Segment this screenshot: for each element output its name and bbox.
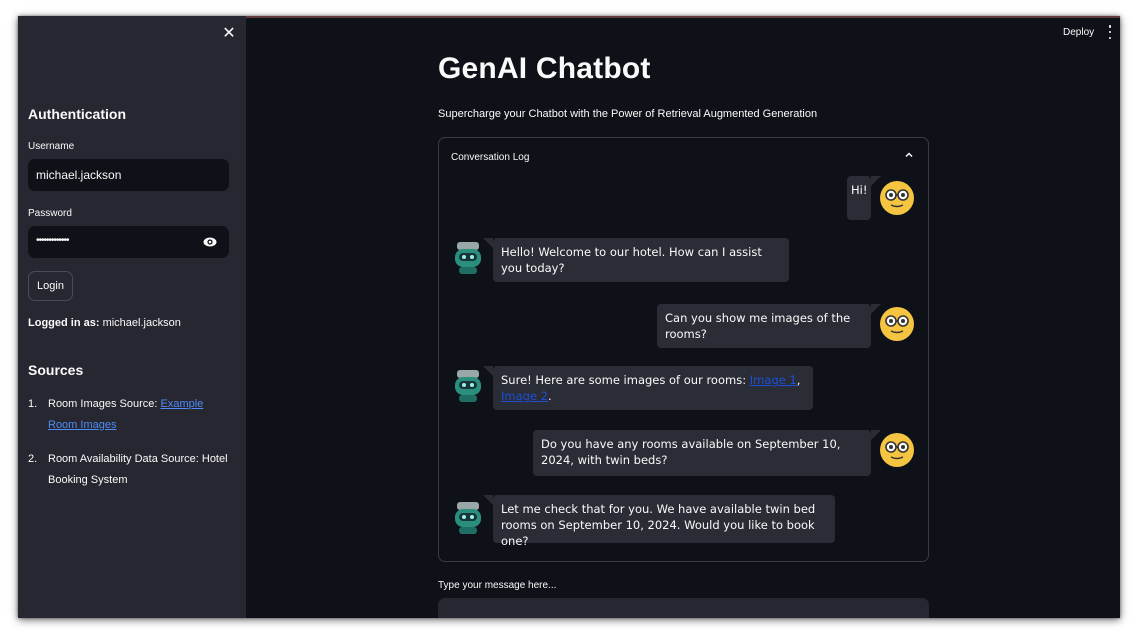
bot-avatar-icon	[455, 370, 481, 402]
kebab-menu-icon[interactable]	[1107, 25, 1113, 39]
page-title: GenAI Chatbot	[438, 52, 651, 85]
user-avatar-icon	[880, 433, 914, 467]
password-field[interactable]: •••••••••••••	[28, 226, 229, 258]
source-label: Room Availability Data Source: Hotel Boo…	[48, 453, 228, 486]
eye-icon[interactable]	[203, 236, 217, 248]
image-1-link[interactable]: Image 1	[750, 373, 797, 387]
user-avatar-icon	[880, 181, 914, 215]
image-2-link[interactable]: Image 2	[501, 389, 548, 403]
sidebar: ✕ Authentication Username michael.jackso…	[18, 16, 246, 618]
logged-in-status: Logged in as: michael.jackson	[28, 317, 181, 329]
bot-message: Hello! Welcome to our hotel. How can I a…	[483, 238, 789, 282]
app-window: ✕ Authentication Username michael.jackso…	[18, 16, 1120, 618]
login-button[interactable]: Login	[28, 271, 73, 301]
list-item: 1. Room Images Source: Example Room Imag…	[28, 394, 233, 436]
bot-message: Let me check that for you. We have avail…	[483, 495, 835, 548]
user-message: Can you show me images of the rooms?	[657, 304, 881, 348]
list-number: 2.	[28, 453, 38, 465]
logged-in-prefix: Logged in as:	[28, 317, 100, 329]
password-label: Password	[28, 208, 72, 219]
username-label: Username	[28, 141, 75, 152]
user-avatar-icon	[880, 307, 914, 341]
bot-avatar-icon	[455, 502, 481, 534]
sources-heading: Sources	[28, 362, 84, 378]
chevron-up-icon[interactable]	[904, 150, 914, 160]
source-text: Room Images Source: Example Room Images	[48, 394, 233, 436]
password-value: •••••••••••••	[36, 235, 70, 246]
list-number: 1.	[28, 398, 38, 410]
user-message: Hi!	[847, 176, 881, 220]
message-input[interactable]	[438, 598, 929, 618]
bot-avatar-icon	[455, 242, 481, 274]
deploy-button[interactable]: Deploy	[1063, 27, 1094, 38]
page-subtitle: Supercharge your Chatbot with the Power …	[438, 108, 818, 120]
source-label: Room Images Source:	[48, 398, 161, 410]
bot-message-text: Sure! Here are some images of our rooms:	[501, 373, 750, 387]
sources-list: 1. Room Images Source: Example Room Imag…	[28, 394, 233, 504]
conversation-log-title[interactable]: Conversation Log	[451, 152, 529, 163]
message-end: .	[548, 389, 552, 403]
user-message: Do you have any rooms available on Septe…	[533, 430, 881, 476]
link-separator: ,	[796, 373, 801, 387]
logged-in-user: michael.jackson	[102, 317, 181, 329]
list-item: 2. Room Availability Data Source: Hotel …	[28, 449, 233, 491]
auth-heading: Authentication	[28, 106, 126, 122]
bot-message: Sure! Here are some images of our rooms:…	[483, 366, 813, 410]
close-icon[interactable]: ✕	[221, 26, 237, 42]
conversation-log-expander: Conversation Log Hi! Hello! Welcome to o…	[438, 137, 929, 562]
username-field[interactable]: michael.jackson	[28, 159, 229, 191]
message-input-label: Type your message here...	[438, 580, 557, 591]
